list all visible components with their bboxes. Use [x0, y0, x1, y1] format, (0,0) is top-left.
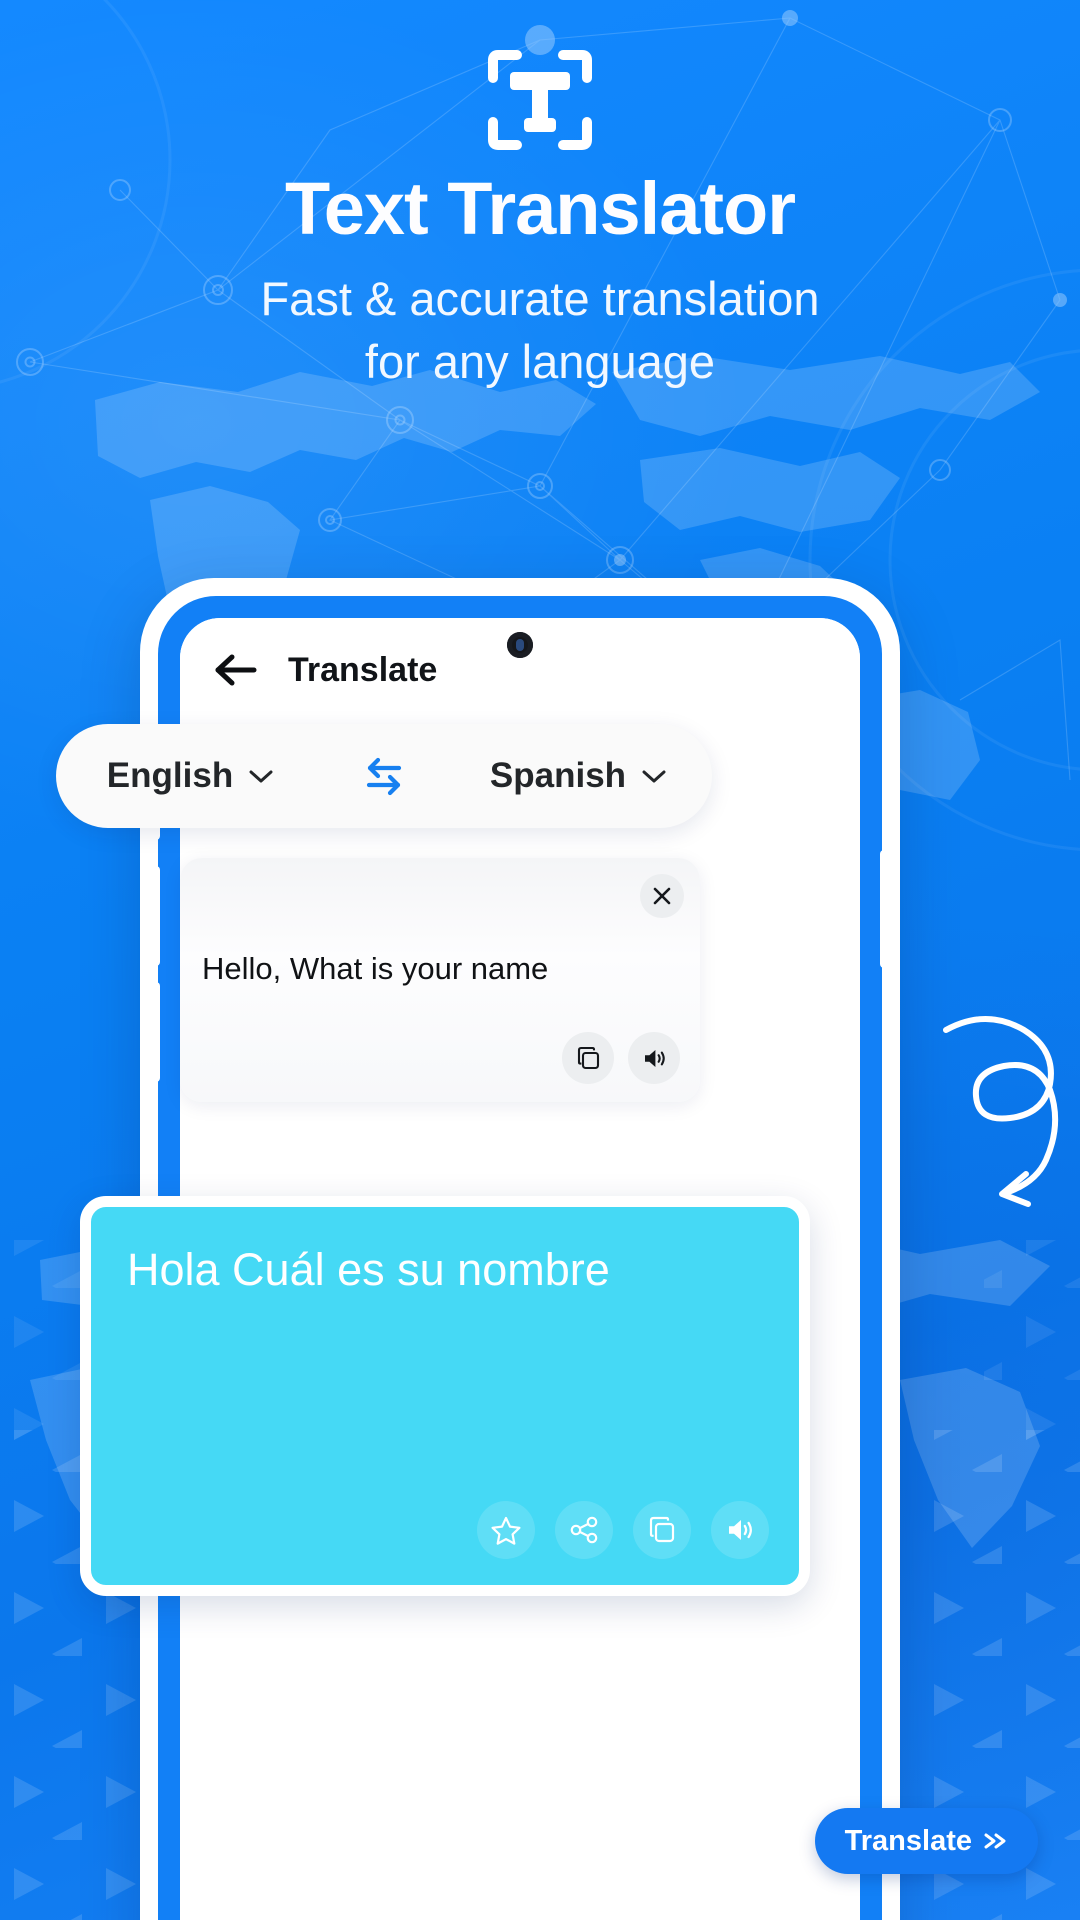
source-language-label: English [106, 756, 234, 795]
translated-text: Hola Cuál es su nombre [127, 1244, 610, 1295]
page-subtitle: Fast & accurate translation for any lang… [0, 268, 1080, 393]
source-card-actions [562, 1032, 680, 1084]
translation-result-card: Hola Cuál es su nombre [80, 1196, 810, 1596]
source-text-input[interactable]: Hello, What is your name [202, 950, 674, 989]
phone-side-button-volume-up[interactable] [148, 866, 160, 966]
speak-result-button[interactable] [711, 1501, 769, 1559]
language-selector-bar: English Spanish [56, 724, 712, 828]
copy-result-button[interactable] [633, 1501, 691, 1559]
speaker-icon [729, 1520, 752, 1540]
subtitle-line-2: for any language [364, 334, 716, 388]
back-arrow-icon[interactable] [214, 653, 258, 687]
swap-languages-button[interactable] [324, 754, 444, 798]
clear-text-button[interactable] [640, 874, 684, 918]
app-bar-title: Translate [288, 650, 438, 689]
close-icon [653, 887, 671, 905]
favorite-button[interactable] [477, 1501, 535, 1559]
curly-arrow-icon [943, 1016, 1059, 1207]
target-language-selector[interactable]: Spanish [444, 756, 712, 796]
double-chevron-right-icon [984, 1833, 1006, 1849]
target-language-label: Spanish [489, 756, 627, 795]
chevron-down-icon [249, 770, 273, 783]
app-header: Translate [180, 618, 860, 722]
speak-source-button[interactable] [628, 1032, 680, 1084]
copy-icon [577, 1046, 599, 1069]
swap-arrows-icon [366, 757, 402, 796]
copy-icon [649, 1516, 675, 1543]
share-button[interactable] [555, 1501, 613, 1559]
star-icon [491, 1516, 521, 1545]
source-language-selector[interactable]: English [56, 756, 324, 796]
copy-source-button[interactable] [562, 1032, 614, 1084]
phone-side-button-volume-down[interactable] [148, 982, 160, 1082]
speaker-icon [644, 1049, 665, 1067]
translate-button-label: Translate [844, 1824, 972, 1857]
text-scan-icon [488, 50, 592, 150]
source-text-card: Hello, What is your name [180, 858, 700, 1102]
subtitle-line-1: Fast & accurate translation [260, 272, 820, 325]
share-icon [570, 1516, 598, 1544]
translate-button[interactable]: Translate [814, 1808, 1038, 1874]
punch-hole-camera-icon [507, 632, 533, 658]
hero-section: Text Translator Fast & accurate translat… [0, 0, 1080, 393]
chevron-down-icon [642, 770, 666, 783]
phone-side-button-power[interactable] [880, 850, 892, 968]
result-card-actions [477, 1501, 769, 1559]
page-title: Text Translator [284, 167, 796, 250]
promo-screenshot: Text Translator Fast & accurate translat… [0, 0, 1080, 1920]
